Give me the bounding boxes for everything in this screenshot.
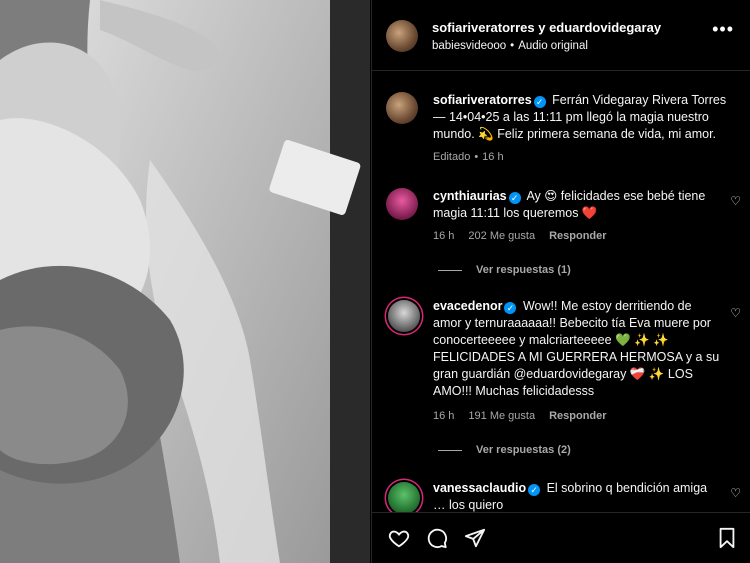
comment-meta: 16 h 191 Me gusta Responder [433, 410, 621, 422]
comment-icon[interactable] [426, 527, 448, 549]
comment-avatar[interactable] [388, 300, 420, 332]
divider [438, 449, 462, 451]
separator: • [510, 40, 515, 52]
heart-icon[interactable]: ♡ [730, 486, 741, 500]
share-icon[interactable] [464, 527, 486, 549]
verified-badge-icon: ✓ [504, 302, 517, 314]
heart-icon[interactable] [388, 527, 410, 549]
post-header: sofiariveratorres y eduardovidegaray bab… [372, 0, 750, 71]
caption-text: sofiariveratorres ✓ Ferrán Videgaray Rive… [433, 92, 733, 143]
caption-time: 16 h [482, 151, 504, 163]
comment-username[interactable]: evacedenor [433, 299, 502, 313]
comment-username[interactable]: vanessaclaudio [433, 481, 526, 495]
baby-feet-photo [0, 0, 370, 563]
comments-list[interactable]: sofiariveratorres ✓ Ferrán Videgaray Rive… [372, 72, 750, 512]
reply-button[interactable]: Responder [549, 230, 606, 242]
divider [438, 269, 462, 271]
bookmark-icon[interactable] [717, 527, 737, 549]
reply-button[interactable]: Responder [549, 410, 606, 422]
caption-separator: • [474, 151, 479, 163]
post-detail-panel: sofiariveratorres y eduardovidegaray bab… [371, 0, 750, 563]
audio-label[interactable]: Audio original [518, 40, 588, 52]
view-replies-label: Ver respuestas (1) [476, 264, 571, 276]
view-replies-button[interactable]: Ver respuestas (2) [438, 444, 571, 456]
heart-icon[interactable]: ♡ [730, 306, 741, 320]
view-replies-button[interactable]: Ver respuestas (1) [438, 264, 571, 276]
comment-text: vanessaclaudio ✓ El sobrino q bendición a… [433, 480, 723, 512]
comment-likes[interactable]: 202 Me gusta [468, 230, 535, 242]
comment-avatar[interactable] [388, 482, 420, 512]
caption-meta: Editado • 16 h [433, 151, 518, 163]
comment-meta: 16 h 202 Me gusta Responder [433, 230, 621, 242]
comment-body: Wow!! Me estoy derritiendo de amor y ter… [433, 299, 720, 398]
caption-edited: Editado [433, 151, 471, 163]
verified-badge-icon: ✓ [508, 192, 521, 204]
comment-likes[interactable]: 191 Me gusta [468, 410, 535, 422]
comment-time: 16 h [433, 410, 455, 422]
header-title[interactable]: sofiariveratorres y eduardovidegaray [432, 20, 661, 35]
caption-username[interactable]: sofiariveratorres [433, 93, 532, 107]
verified-badge-icon: ✓ [528, 484, 541, 496]
more-options-icon[interactable]: ••• [712, 20, 734, 38]
header-avatar[interactable] [386, 20, 418, 52]
comment-text: evacedenor ✓ Wow!! Me estoy derritiendo d… [433, 298, 723, 400]
comment-username[interactable]: cynthiaurias [433, 189, 507, 203]
heart-icon[interactable]: ♡ [730, 194, 741, 208]
audio-user[interactable]: babiesvideooo [432, 40, 506, 52]
post-photo[interactable] [0, 0, 370, 563]
post-actions-bar [372, 512, 750, 563]
comment-text: cynthiaurias ✓ Ay 😍 felicidades ese bebé … [433, 188, 723, 222]
comment-time: 16 h [433, 230, 455, 242]
comment-avatar[interactable] [386, 188, 418, 220]
header-audio: babiesvideooo • Audio original [432, 40, 588, 52]
verified-badge-icon: ✓ [533, 96, 546, 108]
view-replies-label: Ver respuestas (2) [476, 444, 571, 456]
caption-avatar[interactable] [386, 92, 418, 124]
